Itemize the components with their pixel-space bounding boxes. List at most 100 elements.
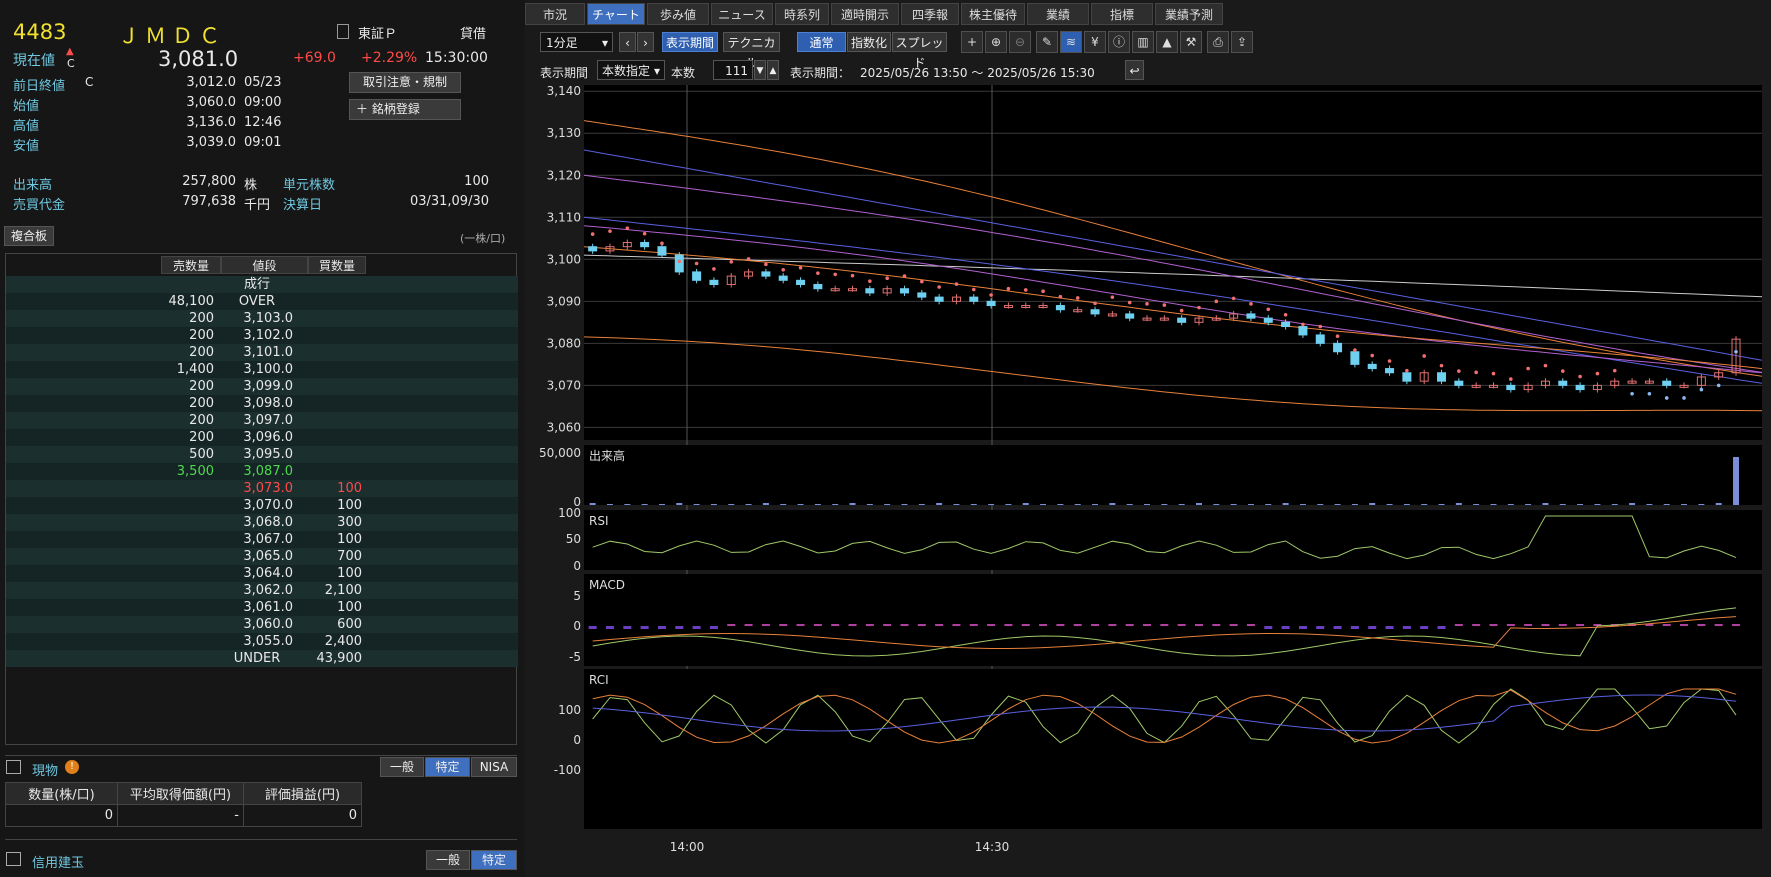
export-icon[interactable]: ⇪ <box>1231 31 1253 53</box>
order-book-row[interactable]: 3,065.0 700 <box>6 548 518 565</box>
order-book-row[interactable]: 3,073.0 100 <box>6 480 518 497</box>
chart-type-icon[interactable]: ≋ <box>1060 31 1082 53</box>
seg-nisa[interactable]: NISA <box>471 757 517 777</box>
order-book-row[interactable]: 200 3,097.0 <box>6 412 518 429</box>
order-book-row[interactable]: 3,061.0 100 <box>6 599 518 616</box>
window-icon[interactable] <box>6 760 21 774</box>
window-icon[interactable] <box>6 852 21 866</box>
zoom-out-icon[interactable]: ⊖ <box>1009 31 1031 53</box>
area-chart-icon[interactable]: ▲ <box>1156 31 1178 53</box>
stock-chart[interactable]: 3,140 3,130 3,120 3,110 3,100 3,090 3,080 3,070… <box>527 85 1767 875</box>
psar-dot <box>1560 369 1565 373</box>
psar-dot <box>989 293 993 297</box>
volume-bar <box>953 504 960 505</box>
margin-seg-general[interactable]: 一般 <box>426 850 470 870</box>
tab-5[interactable]: 適時開示 <box>831 3 899 25</box>
macd-histogram-bar <box>1350 626 1359 629</box>
order-book-row[interactable]: 200 3,096.0 <box>6 429 518 446</box>
order-book-row[interactable]: 3,064.0 100 <box>6 565 518 582</box>
zoom-in-icon[interactable]: ⊕ <box>985 31 1007 53</box>
info-icon[interactable]: ⓘ <box>1108 31 1130 53</box>
macd-histogram-bar <box>1454 624 1463 626</box>
technical-button[interactable]: テクニカル <box>723 32 780 70</box>
buy-qty: 100 <box>337 481 362 496</box>
price-level: UNDER <box>233 651 281 666</box>
tab-9[interactable]: 指標 <box>1091 3 1153 25</box>
macd-histogram-bar <box>900 624 909 626</box>
yen-icon[interactable]: ¥ <box>1084 31 1106 53</box>
macd-histogram-bar <box>1732 624 1741 626</box>
composite-board-button[interactable]: 複合板 <box>4 226 54 246</box>
order-book-row[interactable]: 200 3,098.0 <box>6 395 518 412</box>
order-book-row[interactable]: 3,055.0 2,400 <box>6 633 518 650</box>
order-book-row[interactable]: 3,060.0 600 <box>6 616 518 633</box>
order-book-row[interactable]: 200 3,099.0 <box>6 378 518 395</box>
count-down-icon[interactable]: ▼ <box>754 60 766 80</box>
macd-histogram-bar <box>605 626 614 629</box>
order-book-row[interactable]: UNDER 43,900 <box>6 650 518 667</box>
tab-8[interactable]: 業績 <box>1027 3 1089 25</box>
my-chart-icon[interactable]: ▥ <box>1132 31 1154 53</box>
count-input[interactable]: 111 <box>713 60 753 80</box>
price-level: 3,055.0 <box>243 634 293 649</box>
margin-seg-specific[interactable]: 特定 <box>471 850 517 870</box>
tab-3[interactable]: ニュース <box>711 3 773 25</box>
print-icon[interactable]: ⎙ <box>1207 31 1229 53</box>
spread-button[interactable]: スプレッド <box>892 32 947 70</box>
macd-histogram-bar <box>1697 624 1706 626</box>
order-book-row[interactable]: 3,070.0 100 <box>6 497 518 514</box>
order-book-row[interactable]: 200 3,101.0 <box>6 344 518 361</box>
period-mode-select[interactable]: 本数指定 ▾ <box>597 60 665 80</box>
subpanel-title: 出来高 <box>589 448 625 463</box>
price-level: 3,103.0 <box>243 311 293 326</box>
crosshair-icon[interactable]: + <box>961 31 983 53</box>
candle <box>969 296 979 302</box>
price-level: 3,097.0 <box>243 413 293 428</box>
tab-7[interactable]: 株主優待 <box>961 3 1025 25</box>
order-book-row[interactable]: 500 3,095.0 <box>6 446 518 463</box>
index-button[interactable]: 指数化 <box>847 32 891 52</box>
tab-0[interactable]: 市況 <box>525 3 585 25</box>
tab-6[interactable]: 四季報 <box>901 3 959 25</box>
tab-10[interactable]: 業績予測 <box>1155 3 1223 25</box>
psar-dot <box>1301 322 1305 327</box>
volume-label: 出来高 <box>13 178 53 193</box>
order-book-row[interactable]: 3,062.0 2,100 <box>6 582 518 599</box>
subpanel-title: RCI <box>589 673 609 687</box>
next-button[interactable]: › <box>637 32 654 52</box>
candle <box>917 292 927 298</box>
order-book-row[interactable]: 200 3,102.0 <box>6 327 518 344</box>
normal-button[interactable]: 通常 <box>797 32 846 52</box>
pencil-icon[interactable]: ✎ <box>1036 31 1058 53</box>
volume-bar <box>1161 504 1168 505</box>
settings-wrench-icon[interactable]: ⚒ <box>1180 31 1202 53</box>
tab-1[interactable]: チャート <box>587 3 645 25</box>
macd-histogram-bar <box>1680 624 1689 626</box>
tab-4[interactable]: 時系列 <box>775 3 829 25</box>
prev-button[interactable]: ‹ <box>619 32 636 52</box>
seg-general[interactable]: 一般 <box>380 757 424 777</box>
document-icon[interactable] <box>337 24 349 39</box>
period-button[interactable]: 表示期間 <box>662 32 718 52</box>
order-book-row[interactable]: 成行 <box>6 276 518 293</box>
reset-icon[interactable]: ↩ <box>1125 60 1144 80</box>
order-book-row[interactable]: 48,100 OVER <box>6 293 518 310</box>
price-level: 3,098.0 <box>243 396 293 411</box>
order-book-row[interactable]: 200 3,103.0 <box>6 310 518 327</box>
price-change-pct: +2.29% <box>361 50 418 66</box>
order-book-row[interactable]: 3,067.0 100 <box>6 531 518 548</box>
volume-bar <box>762 503 769 505</box>
register-stock-button[interactable]: ＋ 銘柄登録 <box>349 99 461 120</box>
holdings-table: 数量(株/口) 平均取得価額(円) 評価損益(円) 0 - 0 <box>5 782 362 827</box>
seg-specific[interactable]: 特定 <box>425 757 470 777</box>
count-up-icon[interactable]: ▲ <box>767 60 779 80</box>
volume-bar <box>1092 504 1099 505</box>
interval-select[interactable]: 1分足 ▾ <box>540 32 613 52</box>
alert-icon[interactable]: ! <box>65 760 79 774</box>
volume-unit: 株 <box>244 178 258 193</box>
tab-2[interactable]: 歩み値 <box>647 3 709 25</box>
order-book-row[interactable]: 1,400 3,100.0 <box>6 361 518 378</box>
order-book-row[interactable]: 3,068.0 300 <box>6 514 518 531</box>
order-book-row[interactable]: 3,500 3,087.0 <box>6 463 518 480</box>
trade-notice-button[interactable]: 取引注意・規制 <box>349 72 461 93</box>
